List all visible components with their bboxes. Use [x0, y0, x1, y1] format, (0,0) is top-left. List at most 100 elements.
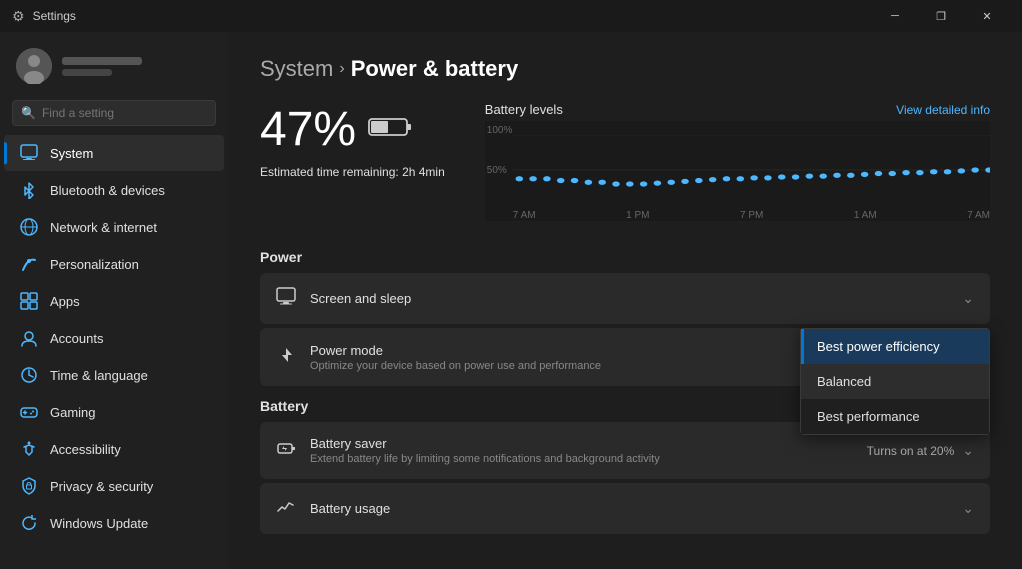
power-mode-dropdown: Best power efficiency Balanced Best perf… [800, 328, 990, 435]
chart-title: Battery levels [485, 102, 563, 117]
battery-usage-row[interactable]: Battery usage ⌄ [260, 483, 990, 534]
user-name [62, 57, 142, 76]
chart-x-label-1: 1 PM [626, 210, 649, 221]
battery-saver-subtitle: Extend battery life by limiting some not… [310, 453, 853, 465]
screen-sleep-action: ⌄ [962, 290, 974, 307]
settings-icon: ⚙ [12, 8, 25, 25]
chart-label-50: 50% [487, 165, 507, 176]
page-title: Power & battery [351, 56, 519, 82]
time-icon [20, 366, 38, 384]
sidebar-item-gaming[interactable]: Gaming [4, 394, 224, 430]
accounts-icon [20, 329, 38, 347]
accessibility-icon [20, 440, 38, 458]
network-icon [20, 218, 38, 236]
close-button[interactable]: ✕ [964, 0, 1010, 32]
sidebar-item-network[interactable]: Network & internet [4, 209, 224, 245]
battery-saver-text: Battery saver Extend battery life by lim… [310, 436, 853, 465]
personalization-icon [20, 255, 38, 273]
screen-sleep-row[interactable]: Screen and sleep ⌄ [260, 273, 990, 324]
sidebar-item-privacy[interactable]: Privacy & security [4, 468, 224, 504]
screen-sleep-icon [276, 287, 296, 310]
sidebar-item-label-time: Time & language [50, 368, 148, 383]
battery-usage-text: Battery usage [310, 501, 948, 516]
estimated-value: 2h 4min [402, 165, 445, 179]
avatar [16, 48, 52, 84]
breadcrumb-separator: › [339, 60, 344, 78]
search-box[interactable]: 🔍 [12, 100, 216, 126]
battery-pct-row: 47% [260, 102, 445, 157]
sidebar-item-personalization[interactable]: Personalization [4, 246, 224, 282]
search-input[interactable] [42, 106, 207, 120]
system-icon [20, 144, 38, 162]
view-detailed-link[interactable]: View detailed info [896, 103, 990, 117]
sidebar-item-label-personalization: Personalization [50, 257, 139, 272]
sidebar-item-accessibility[interactable]: Accessibility [4, 431, 224, 467]
dropdown-item-performance[interactable]: Best performance [801, 399, 989, 434]
sidebar-item-label-accounts: Accounts [50, 331, 103, 346]
screen-sleep-text: Screen and sleep [310, 291, 948, 306]
battery-usage-action: ⌄ [962, 500, 974, 517]
battery-saver-value: Turns on at 20% [867, 444, 955, 458]
power-mode-card: Power mode Optimize your device based on… [260, 328, 990, 386]
battery-status-row: 47% Estimated time remaining: 2h 4min [260, 102, 990, 221]
sidebar-item-label-bluetooth: Bluetooth & devices [50, 183, 165, 198]
update-icon [20, 514, 38, 532]
gaming-icon [20, 403, 38, 421]
content-area: System › Power & battery 47% [228, 32, 1022, 569]
sidebar-item-accounts[interactable]: Accounts [4, 320, 224, 356]
sidebar: 🔍 System Bluetooth & devices Networ [0, 32, 228, 569]
breadcrumb-parent[interactable]: System [260, 56, 333, 82]
power-mode-icon [276, 346, 296, 369]
sidebar-item-label-apps: Apps [50, 294, 80, 309]
power-mode-text: Power mode Optimize your device based on… [310, 343, 830, 372]
power-section-label: Power [260, 249, 990, 265]
battery-usage-card: Battery usage ⌄ [260, 483, 990, 534]
estimated-time: Estimated time remaining: 2h 4min [260, 165, 445, 179]
battery-usage-chevron: ⌄ [962, 500, 974, 517]
minimize-button[interactable]: ─ [872, 0, 918, 32]
search-icon: 🔍 [21, 106, 36, 120]
window-controls: ─ ❐ ✕ [872, 0, 1010, 32]
chart-x-label-0: 7 AM [513, 210, 536, 221]
battery-saver-title: Battery saver [310, 436, 853, 451]
sidebar-item-label-update: Windows Update [50, 516, 148, 531]
power-mode-row-inner[interactable]: Power mode Optimize your device based on… [260, 328, 990, 386]
power-mode-title: Power mode [310, 343, 830, 358]
chart-label-100: 100% [487, 125, 513, 136]
sidebar-item-label-accessibility: Accessibility [50, 442, 121, 457]
chart-x-label-2: 7 PM [740, 210, 763, 221]
sidebar-item-label-privacy: Privacy & security [50, 479, 153, 494]
screen-sleep-card: Screen and sleep ⌄ [260, 273, 990, 324]
sidebar-item-label-system: System [50, 146, 93, 161]
maximize-button[interactable]: ❐ [918, 0, 964, 32]
battery-chart-area: Battery levels View detailed info 100% 5… [485, 102, 990, 221]
power-mode-subtitle: Optimize your device based on power use … [310, 360, 830, 372]
battery-saver-icon [276, 439, 296, 462]
breadcrumb: System › Power & battery [260, 56, 990, 82]
apps-icon [20, 292, 38, 310]
bluetooth-icon [20, 181, 38, 199]
sidebar-item-bluetooth[interactable]: Bluetooth & devices [4, 172, 224, 208]
privacy-icon [20, 477, 38, 495]
chart-x-label-3: 1 AM [854, 210, 877, 221]
sidebar-item-system[interactable]: System [4, 135, 224, 171]
sidebar-item-update[interactable]: Windows Update [4, 505, 224, 541]
dropdown-item-balanced[interactable]: Balanced [801, 364, 989, 399]
battery-left: 47% Estimated time remaining: 2h 4min [260, 102, 445, 221]
window-title: Settings [33, 9, 872, 23]
dropdown-item-efficiency[interactable]: Best power efficiency [801, 329, 989, 364]
sidebar-item-time[interactable]: Time & language [4, 357, 224, 393]
battery-usage-title: Battery usage [310, 501, 948, 516]
sidebar-item-label-gaming: Gaming [50, 405, 96, 420]
battery-icon [368, 114, 412, 146]
sidebar-item-apps[interactable]: Apps [4, 283, 224, 319]
battery-saver-chevron: ⌄ [962, 442, 974, 459]
chart-header: Battery levels View detailed info [485, 102, 990, 117]
screen-sleep-chevron: ⌄ [962, 290, 974, 307]
chart-x-label-4: 7 AM [967, 210, 990, 221]
battery-usage-icon [276, 497, 296, 520]
battery-chart: 100% 50% [485, 121, 990, 221]
main-layout: 🔍 System Bluetooth & devices Networ [0, 32, 1022, 569]
sidebar-items: System Bluetooth & devices Network & int… [0, 134, 228, 569]
battery-saver-action: Turns on at 20% ⌄ [867, 442, 974, 459]
